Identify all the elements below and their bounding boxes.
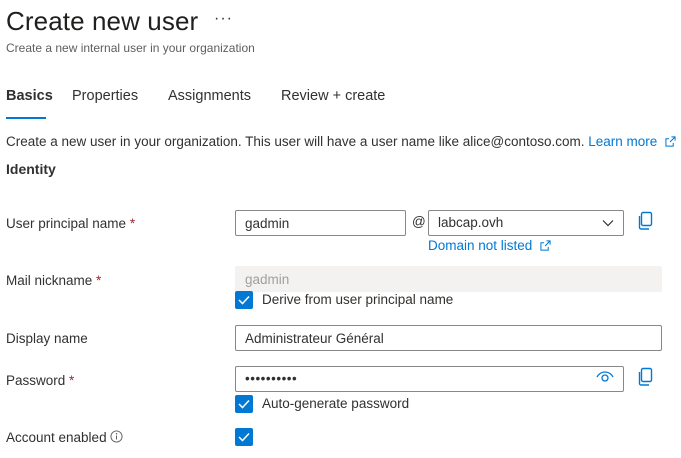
checkmark-icon bbox=[238, 295, 250, 305]
required-marker: * bbox=[129, 216, 136, 231]
copy-upn-button[interactable] bbox=[636, 211, 654, 236]
checkmark-icon bbox=[238, 399, 250, 409]
copy-icon bbox=[638, 211, 653, 230]
account-enabled-checkbox[interactable] bbox=[235, 428, 253, 446]
mail-nickname-label-text: Mail nickname bbox=[6, 273, 93, 288]
chevron-down-icon bbox=[602, 220, 614, 227]
display-name-label: Display name bbox=[6, 331, 88, 346]
external-link-icon bbox=[665, 136, 676, 147]
upn-input[interactable] bbox=[235, 210, 406, 236]
more-options-button[interactable]: ··· bbox=[214, 10, 233, 28]
info-icon[interactable] bbox=[110, 430, 123, 443]
required-marker: * bbox=[96, 273, 102, 288]
domain-not-listed-link[interactable]: Domain not listed bbox=[428, 238, 551, 253]
derive-checkbox-label[interactable]: Derive from user principal name bbox=[262, 292, 453, 307]
copy-password-button[interactable] bbox=[636, 367, 654, 392]
learn-more-label: Learn more bbox=[588, 134, 658, 149]
intro-text-line: Create a new user in your organization. … bbox=[6, 134, 676, 149]
at-sign: @ bbox=[412, 214, 426, 229]
learn-more-link[interactable]: Learn more bbox=[588, 134, 676, 149]
mail-nickname-input bbox=[235, 266, 662, 292]
display-name-label-text: Display name bbox=[6, 331, 88, 346]
checkmark-icon bbox=[238, 432, 250, 442]
intro-text: Create a new user in your organization. … bbox=[6, 134, 585, 149]
section-identity: Identity bbox=[6, 161, 56, 177]
upn-label: User principal name * bbox=[6, 216, 135, 231]
page-title: Create new user bbox=[6, 6, 199, 36]
mail-nickname-label: Mail nickname * bbox=[6, 273, 101, 288]
active-tab-indicator bbox=[6, 117, 46, 119]
page-subtitle: Create a new internal user in your organ… bbox=[6, 41, 255, 55]
tab-basics[interactable]: Basics bbox=[6, 88, 53, 104]
tab-review-create[interactable]: Review + create bbox=[281, 88, 385, 104]
tab-properties[interactable]: Properties bbox=[72, 88, 138, 104]
domain-not-listed-label: Domain not listed bbox=[428, 238, 533, 253]
external-link-icon bbox=[540, 240, 551, 251]
derive-checkbox[interactable] bbox=[235, 291, 253, 309]
domain-value: labcap.ovh bbox=[438, 215, 504, 230]
autogen-password-checkbox[interactable] bbox=[235, 395, 253, 413]
show-password-button[interactable] bbox=[596, 367, 614, 391]
account-enabled-label-text: Account enabled bbox=[6, 430, 107, 445]
password-value: •••••••••• bbox=[245, 371, 298, 386]
autogen-password-label[interactable]: Auto-generate password bbox=[262, 396, 409, 411]
eye-icon bbox=[596, 371, 614, 382]
tab-assignments[interactable]: Assignments bbox=[168, 88, 251, 104]
required-marker: * bbox=[69, 373, 75, 388]
account-enabled-label: Account enabled bbox=[6, 430, 123, 445]
copy-icon bbox=[638, 367, 653, 386]
password-label-text: Password bbox=[6, 373, 66, 388]
password-label: Password * bbox=[6, 373, 74, 388]
upn-label-text: User principal name bbox=[6, 216, 127, 231]
domain-select[interactable]: labcap.ovh bbox=[428, 210, 624, 236]
password-field[interactable]: •••••••••• bbox=[235, 366, 624, 392]
display-name-input[interactable] bbox=[235, 325, 662, 351]
